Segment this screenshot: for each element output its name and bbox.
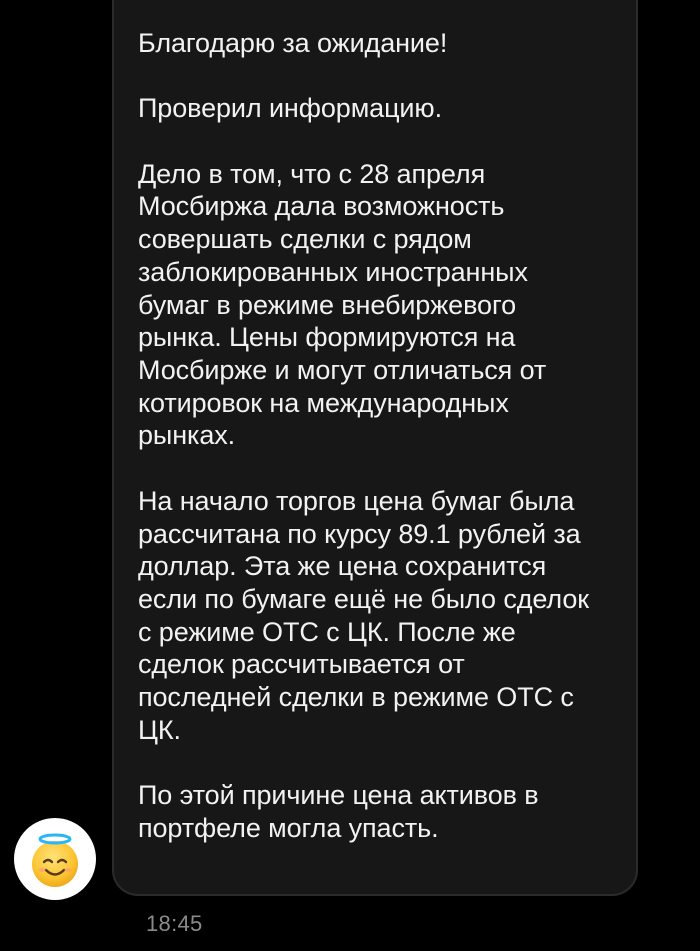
message-timestamp: 18:45 [146, 911, 203, 936]
message-paragraph-3: Дело в том, что с 28 апреля Мосбиржа дал… [138, 158, 547, 451]
smiling-face-with-halo-icon [32, 833, 78, 887]
message-paragraph-4: На начало торгов цена бумаг была рассчит… [138, 485, 589, 745]
message-paragraph-5: По этой причине цена активов в портфеле … [138, 780, 539, 843]
message-paragraph-2: Проверил информацию. [138, 93, 442, 124]
message-text: Благодарю за ожидание! Проверил информац… [138, 27, 628, 845]
message-paragraph-1: Благодарю за ожидание! [138, 28, 448, 58]
avatar[interactable] [14, 818, 96, 900]
